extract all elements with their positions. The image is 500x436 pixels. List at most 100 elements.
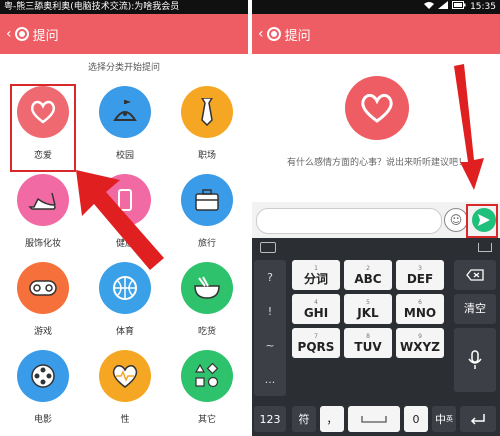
category-hint: 选择分类开始提问 bbox=[87, 63, 160, 73]
numeric-key[interactable]: 123 bbox=[254, 406, 286, 432]
key-number: 8 bbox=[366, 332, 370, 340]
page-title: 提问 bbox=[284, 28, 311, 44]
key-label: DEF bbox=[406, 271, 434, 286]
voice-key[interactable] bbox=[454, 328, 496, 392]
app-logo-icon bbox=[14, 27, 29, 41]
key-number: 7 bbox=[314, 332, 318, 340]
title-bar: ‹ 提问 bbox=[0, 14, 248, 54]
key-number: 4 bbox=[314, 298, 318, 306]
left-screen: 粤-熊三舔奥利奥(电脑技术交流):为啥我会员 ‹ 提问 选择分类开始提问 恋爱 … bbox=[0, 0, 248, 436]
symbol-key[interactable]: ? bbox=[267, 271, 273, 284]
key-label: 分词 bbox=[303, 271, 328, 286]
category-fashion[interactable]: 服饰化妆 bbox=[12, 174, 74, 258]
symbol-column[interactable]: ? ! ~ ... bbox=[254, 260, 286, 396]
key-3[interactable]: 3 DEF bbox=[396, 260, 444, 290]
comma-key[interactable]: ， bbox=[320, 406, 344, 432]
necktie-icon bbox=[181, 86, 233, 138]
key-label: PQRS bbox=[297, 339, 335, 354]
status-text: 粤-熊三舔奥利奥(电脑技术交流):为啥我会员 bbox=[4, 2, 180, 12]
message-input-bar: ☺ bbox=[252, 202, 500, 238]
category-love[interactable]: 恋爱 bbox=[10, 84, 76, 172]
category-travel[interactable]: 旅行 bbox=[176, 174, 238, 258]
zero-key[interactable]: 0 bbox=[404, 406, 428, 432]
key-4[interactable]: 4 GHI bbox=[292, 294, 340, 324]
key-label: MNO bbox=[403, 305, 437, 320]
heart-icon bbox=[17, 86, 69, 138]
backspace-key[interactable] bbox=[454, 260, 496, 290]
category-label: 吃货 bbox=[197, 327, 216, 337]
category-label: 职场 bbox=[197, 151, 216, 161]
key-5[interactable]: 5 JKL bbox=[344, 294, 392, 324]
key-number: 5 bbox=[366, 298, 370, 306]
keyboard-icon[interactable] bbox=[260, 241, 276, 253]
key-number: 2 bbox=[366, 264, 370, 272]
clear-key[interactable]: 清空 bbox=[454, 294, 496, 324]
status-bar: 粤-熊三舔奥利奥(电脑技术交流):为啥我会员 bbox=[0, 0, 248, 14]
category-label: 体育 bbox=[115, 327, 134, 337]
collapse-keyboard-icon[interactable] bbox=[478, 242, 492, 252]
category-school[interactable]: 校园 bbox=[94, 86, 156, 170]
key-label: 清空 bbox=[464, 302, 486, 315]
microphone-icon bbox=[468, 350, 482, 369]
school-icon bbox=[99, 86, 151, 138]
enter-icon bbox=[470, 414, 485, 425]
category-label: 服饰化妆 bbox=[24, 239, 61, 249]
symbols-key[interactable]: 符 bbox=[292, 406, 316, 432]
question-input[interactable] bbox=[256, 208, 442, 234]
language-switch-key[interactable]: 中英 bbox=[432, 406, 456, 432]
key-number: 6 bbox=[418, 298, 422, 306]
chevron-left-icon: ‹ bbox=[6, 26, 12, 42]
film-reel-icon bbox=[17, 350, 69, 402]
key-6[interactable]: 6 MNO bbox=[396, 294, 444, 324]
back-button[interactable]: ‹ bbox=[6, 27, 29, 41]
heartbeat-icon bbox=[99, 350, 151, 402]
gamepad-icon bbox=[17, 262, 69, 314]
key-label: ABC bbox=[354, 271, 382, 286]
key-label: TUV bbox=[354, 339, 382, 354]
right-screen: 15:35 ‹ 提问 有什么感情方面的心事？说出来听听建议吧！ ☺ ? ! ~ bbox=[252, 0, 500, 436]
space-icon bbox=[361, 416, 387, 423]
battery-icon bbox=[452, 0, 466, 14]
question-prompt: 有什么感情方面的心事？说出来听听建议吧！ bbox=[286, 158, 467, 168]
status-bar: 15:35 bbox=[252, 0, 500, 14]
key-2[interactable]: 2 ABC bbox=[344, 260, 392, 290]
category-foodie[interactable]: 吃货 bbox=[176, 262, 238, 346]
backspace-icon bbox=[466, 269, 484, 281]
annotation-arrow bbox=[454, 64, 484, 190]
category-sex[interactable]: 性 bbox=[94, 350, 156, 434]
status-time: 15:35 bbox=[470, 2, 496, 12]
key-1[interactable]: 1 分词 bbox=[292, 260, 340, 290]
key-label: JKL bbox=[357, 305, 379, 320]
category-other[interactable]: 其它 bbox=[176, 350, 238, 434]
key-8[interactable]: 8 TUV bbox=[344, 328, 392, 358]
key-label: GHI bbox=[303, 305, 329, 320]
back-button[interactable]: ‹ bbox=[258, 27, 281, 41]
key-label: 中 bbox=[435, 413, 446, 426]
title-bar: ‹ 提问 bbox=[252, 14, 500, 54]
shapes-icon bbox=[181, 350, 233, 402]
key-sublabel: 英 bbox=[446, 415, 453, 423]
enter-key[interactable] bbox=[460, 406, 496, 432]
category-label: 校园 bbox=[115, 151, 134, 161]
key-number: 9 bbox=[418, 332, 422, 340]
category-games[interactable]: 游戏 bbox=[12, 262, 74, 346]
key-label: WXYZ bbox=[400, 339, 440, 354]
app-logo-icon bbox=[266, 27, 281, 41]
category-label: 电影 bbox=[33, 415, 52, 425]
symbol-key[interactable]: ! bbox=[268, 305, 272, 318]
chevron-left-icon: ‹ bbox=[258, 26, 264, 42]
page-title: 提问 bbox=[32, 28, 59, 44]
signal-icon bbox=[438, 0, 449, 14]
space-key[interactable] bbox=[348, 406, 400, 432]
category-workplace[interactable]: 职场 bbox=[176, 86, 238, 170]
key-number: 3 bbox=[418, 264, 422, 272]
symbol-key[interactable]: ... bbox=[265, 373, 276, 386]
category-label: 性 bbox=[120, 415, 130, 425]
annotation-arrow bbox=[76, 170, 164, 270]
key-9[interactable]: 9 WXYZ bbox=[396, 328, 444, 358]
key-7[interactable]: 7 PQRS bbox=[292, 328, 340, 358]
send-highlight-box bbox=[466, 204, 498, 238]
smiley-icon[interactable]: ☺ bbox=[444, 208, 468, 232]
symbol-key[interactable]: ~ bbox=[265, 339, 274, 352]
category-movies[interactable]: 电影 bbox=[12, 350, 74, 434]
